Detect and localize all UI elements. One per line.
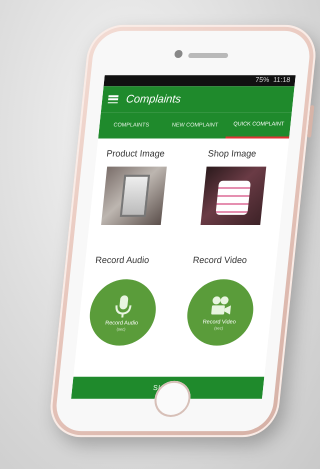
earpiece-speaker <box>188 53 229 59</box>
record-video-button-sub: (sec) <box>214 325 224 331</box>
tab-new-complaint[interactable]: NEW COMPLAINT <box>162 112 228 138</box>
video-camera-icon <box>211 295 232 314</box>
record-video-label: Record Video <box>192 255 248 266</box>
side-button <box>307 105 315 138</box>
front-camera <box>174 50 183 59</box>
product-image-label: Product Image <box>105 148 166 159</box>
shop-image-thumbnail[interactable] <box>200 166 267 225</box>
shop-image-label: Shop Image <box>207 148 257 159</box>
time-text: 11:18 <box>272 77 291 85</box>
record-audio-button[interactable]: Record Audio (sec) <box>86 279 160 346</box>
hamburger-menu-icon[interactable] <box>107 95 119 104</box>
phone-device: 75% 11:18 Complaints COMPLAINTS NEW COMP… <box>47 24 319 438</box>
product-image-thumbnail[interactable] <box>101 166 167 225</box>
phone-face: 75% 11:18 Complaints COMPLAINTS NEW COMP… <box>53 30 313 432</box>
record-video-button[interactable]: Record Video (sec) <box>184 279 257 346</box>
battery-text: 75% <box>254 77 270 85</box>
quick-complaint-form: Product Image Shop Image Record Audio Re… <box>73 138 289 375</box>
tab-quick-complaint[interactable]: QUICK COMPLAINT <box>225 112 292 139</box>
app-title: Complaints <box>125 93 182 106</box>
app-screen: 75% 11:18 Complaints COMPLAINTS NEW COMP… <box>71 75 296 399</box>
tab-complaints[interactable]: COMPLAINTS <box>98 112 164 138</box>
microphone-icon <box>115 294 132 317</box>
status-bar: 75% 11:18 <box>103 75 296 87</box>
record-audio-button-sub: (sec) <box>116 326 126 332</box>
record-audio-label: Record Audio <box>94 255 150 266</box>
app-bar: Complaints <box>100 86 295 113</box>
tab-bar: COMPLAINTS NEW COMPLAINT QUICK COMPLAINT <box>98 112 292 139</box>
